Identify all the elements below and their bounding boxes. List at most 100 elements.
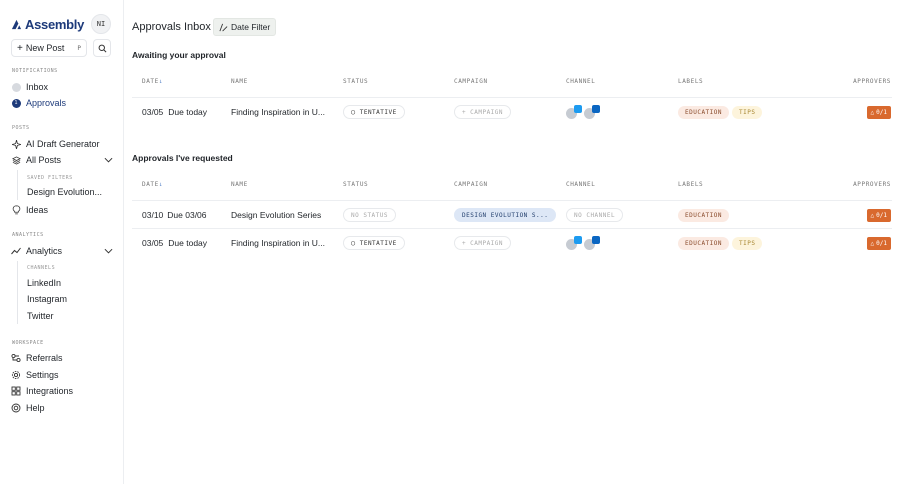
campaign-pill[interactable]: + CAMPAIGN	[454, 105, 512, 119]
plus-icon: +	[462, 239, 467, 247]
due-text: Due 03/06	[167, 210, 207, 220]
assembly-logo-icon	[11, 19, 22, 29]
new-post-label: New Post	[25, 43, 65, 53]
section-notifications: NOTIFICATIONS	[12, 68, 58, 74]
column-labels[interactable]: LABELS	[678, 78, 703, 85]
saved-filter-item[interactable]: Design Evolution...	[27, 185, 102, 199]
table-row[interactable]: 03/05 Due today Finding Inspiration in U…	[132, 97, 892, 125]
table-row[interactable]: 03/10 Due 03/06 Design Evolution Series …	[132, 200, 892, 228]
arrow-down-icon: ↓	[158, 78, 164, 85]
sidebar-item-settings[interactable]: Settings	[11, 367, 113, 383]
channels-label: CHANNELS	[27, 265, 56, 271]
warning-icon: △	[870, 108, 875, 116]
twitter-icon	[574, 105, 582, 113]
column-campaign[interactable]: CAMPAIGN	[454, 78, 488, 85]
status-pill[interactable]: ○ TENTATIVE	[343, 236, 405, 250]
posts-stack-icon	[11, 155, 21, 165]
channel-item-linkedin[interactable]: LinkedIn	[27, 276, 61, 290]
column-date[interactable]: DATE↓	[142, 181, 163, 188]
status-circle-icon: ○	[351, 239, 356, 247]
column-name[interactable]: NAME	[231, 78, 248, 85]
sidebar-item-ideas[interactable]: Ideas	[11, 202, 113, 218]
channel-cell[interactable]	[566, 98, 602, 126]
new-post-shortcut: P	[77, 44, 81, 52]
post-name[interactable]: Design Evolution Series	[231, 201, 321, 229]
sidebar-item-label: Help	[26, 403, 45, 413]
table-header: DATE↓ NAME STATUS CAMPAIGN CHANNEL LABEL…	[132, 78, 892, 90]
plus-icon: +	[462, 108, 467, 116]
column-date[interactable]: DATE↓	[142, 78, 163, 85]
twitter-icon	[574, 236, 582, 244]
all-posts-subtree	[17, 170, 18, 200]
linkedin-icon	[592, 105, 600, 113]
column-name[interactable]: NAME	[231, 181, 248, 188]
sidebar-item-ai-draft[interactable]: AI Draft Generator	[11, 136, 113, 152]
column-channel[interactable]: CHANNEL	[566, 78, 596, 85]
column-status[interactable]: STATUS	[343, 181, 368, 188]
approvers-badge[interactable]: △ 0/1	[866, 105, 891, 119]
table-header: DATE↓ NAME STATUS CAMPAIGN CHANNEL LABEL…	[132, 181, 892, 193]
label-chip: TIPS	[732, 236, 763, 250]
twitter-channel-avatar	[566, 105, 582, 119]
post-date: 03/05	[142, 238, 164, 248]
channel-item-twitter[interactable]: Twitter	[27, 309, 54, 323]
plus-icon: +	[17, 42, 23, 54]
sidebar-item-label: Analytics	[26, 246, 63, 256]
campaign-pill[interactable]: DESIGN EVOLUTION S...	[454, 208, 557, 222]
column-approvers[interactable]: APPROVERS	[853, 78, 891, 85]
new-post-button[interactable]: + New Post P	[11, 39, 87, 57]
sidebar-item-label: AI Draft Generator	[26, 139, 100, 149]
channel-item-instagram[interactable]: Instagram	[27, 292, 67, 306]
chevron-down-icon[interactable]	[104, 155, 113, 165]
status-circle-icon: ○	[351, 108, 356, 116]
sidebar-item-label: Ideas	[26, 205, 49, 215]
campaign-pill[interactable]: + CAMPAIGN	[454, 236, 512, 250]
date-filter-button[interactable]: Date Filter	[213, 18, 277, 36]
brand-logo[interactable]: Assembly	[11, 17, 84, 32]
channel-cell[interactable]	[566, 229, 602, 257]
date-cell: 03/10 Due 03/06	[142, 201, 207, 229]
column-approvers[interactable]: APPROVERS	[853, 181, 891, 188]
channel-pill[interactable]: NO CHANNEL	[566, 208, 624, 222]
column-channel[interactable]: CHANNEL	[566, 181, 596, 188]
user-avatar[interactable]: NI	[91, 14, 111, 34]
sidebar-item-all-posts[interactable]: All Posts	[11, 152, 113, 168]
labels-cell[interactable]: EDUCATION TIPS	[678, 98, 765, 126]
status-pill[interactable]: ○ TENTATIVE	[343, 105, 405, 119]
search-button[interactable]	[93, 39, 111, 57]
date-cell: 03/05 Due today	[142, 98, 207, 126]
requested-approvals-heading: Approvals I've requested	[132, 153, 233, 163]
sidebar-item-referrals[interactable]: Referrals	[11, 350, 113, 366]
labels-cell[interactable]: EDUCATION TIPS	[678, 229, 765, 257]
labels-cell[interactable]: EDUCATION	[678, 201, 732, 229]
linkedin-channel-avatar	[584, 236, 600, 250]
sidebar-item-analytics[interactable]: Analytics	[11, 243, 113, 259]
column-labels[interactable]: LABELS	[678, 181, 703, 188]
status-pill[interactable]: NO STATUS	[343, 208, 397, 222]
sidebar: Assembly NI + New Post P NOTIFICATIONS I…	[0, 0, 124, 484]
column-status[interactable]: STATUS	[343, 78, 368, 85]
section-workspace: WORKSPACE	[12, 340, 44, 346]
gear-icon	[11, 370, 21, 380]
saved-filters-label: SAVED FILTERS	[27, 175, 73, 181]
approvals-count-badge: 1	[11, 98, 21, 108]
chevron-down-icon[interactable]	[104, 246, 113, 256]
approvers-badge[interactable]: △ 0/1	[866, 208, 891, 222]
lightbulb-icon	[11, 205, 21, 215]
approvers-badge[interactable]: △ 0/1	[866, 236, 891, 250]
sidebar-item-help[interactable]: Help	[11, 400, 113, 416]
sidebar-item-label: Inbox	[26, 82, 49, 92]
column-campaign[interactable]: CAMPAIGN	[454, 181, 488, 188]
post-name[interactable]: Finding Inspiration in U...	[231, 229, 325, 257]
sidebar-item-integrations[interactable]: Integrations	[11, 383, 113, 399]
label-chip: EDUCATION	[678, 208, 730, 222]
table-row[interactable]: 03/05 Due today Finding Inspiration in U…	[132, 228, 892, 256]
sidebar-item-approvals[interactable]: 1 Approvals	[11, 95, 113, 111]
warning-icon: △	[870, 211, 875, 219]
brand-name: Assembly	[25, 16, 85, 32]
linkedin-icon	[592, 236, 600, 244]
sidebar-item-inbox[interactable]: Inbox	[11, 79, 113, 95]
post-name[interactable]: Finding Inspiration in U...	[231, 98, 325, 126]
label-chip: TIPS	[732, 105, 763, 119]
date-filter-label: Date Filter	[231, 22, 271, 32]
